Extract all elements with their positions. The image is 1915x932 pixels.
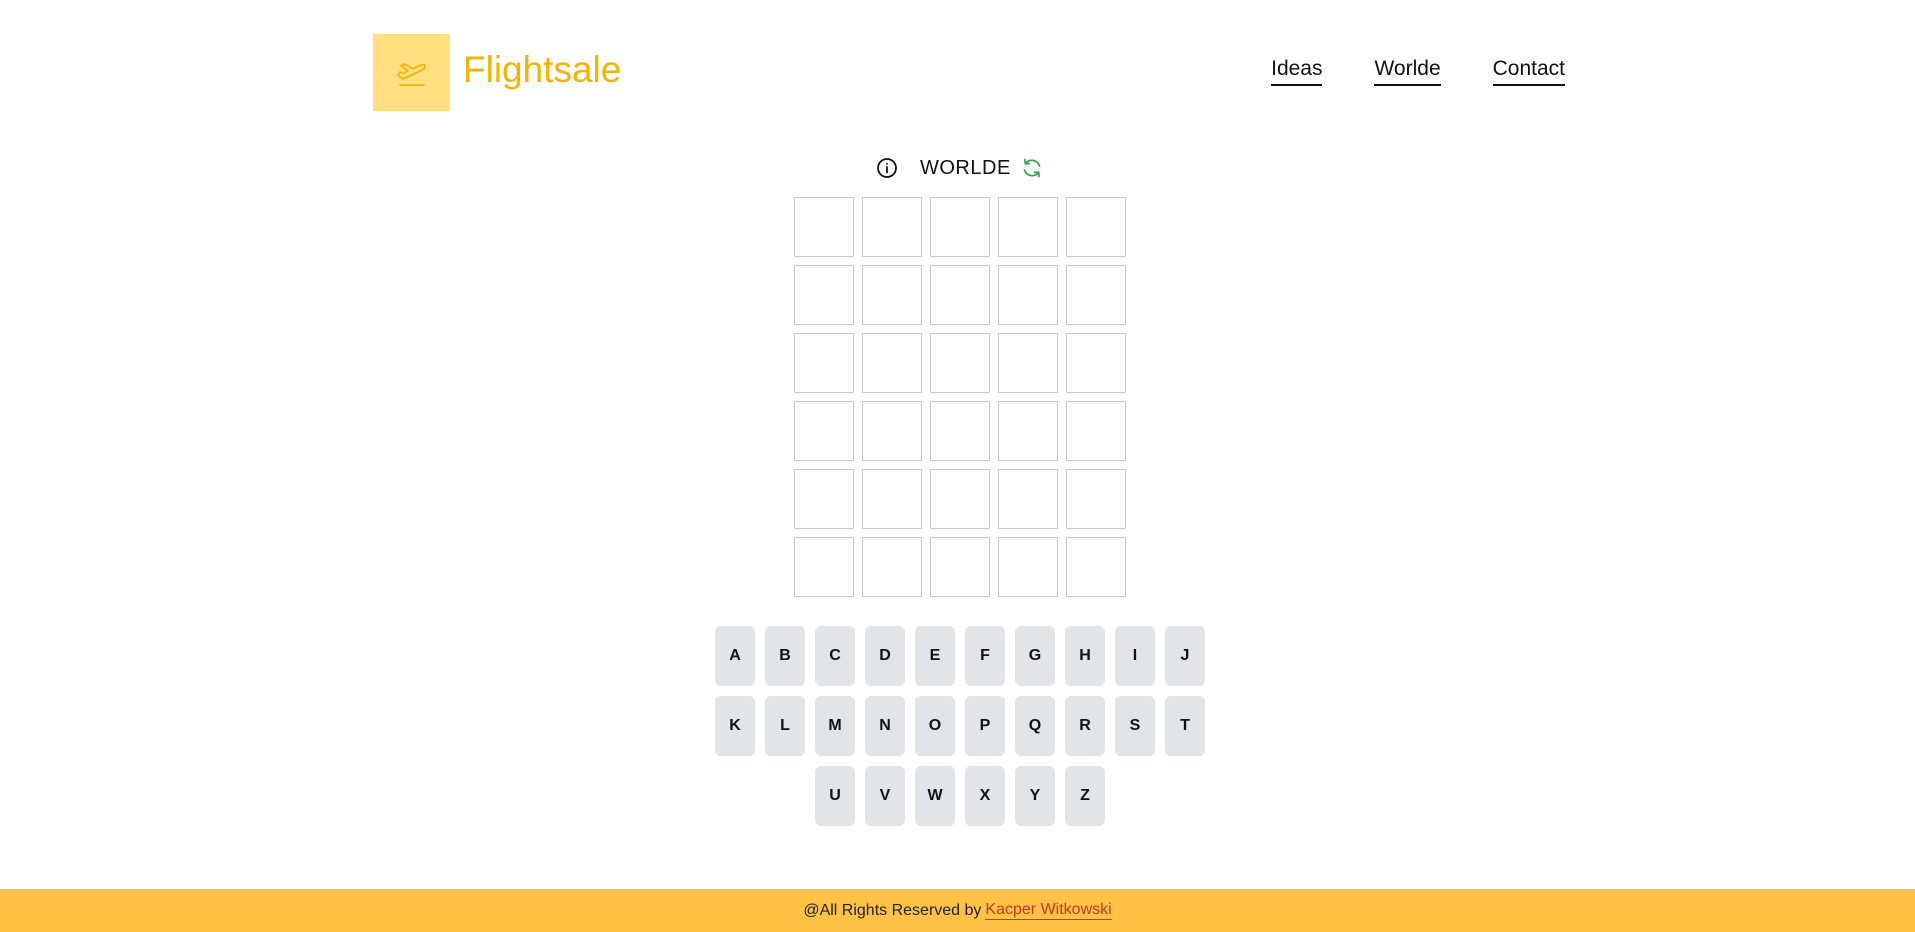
grid-cell — [1066, 197, 1126, 257]
key-k[interactable]: K — [715, 696, 755, 756]
grid-cell — [998, 537, 1058, 597]
grid-cell — [794, 537, 854, 597]
key-d[interactable]: D — [865, 626, 905, 686]
key-h[interactable]: H — [1065, 626, 1105, 686]
nav-link-ideas[interactable]: Ideas — [1271, 56, 1323, 86]
grid-cell — [862, 469, 922, 529]
key-w[interactable]: W — [915, 766, 955, 826]
footer-text: @All Rights Reserved by — [803, 901, 982, 919]
site-footer: @All Rights Reserved by Kacper Witkowski — [0, 889, 1915, 932]
key-c[interactable]: C — [815, 626, 855, 686]
guess-grid — [794, 197, 1126, 597]
grid-cell — [930, 265, 990, 325]
grid-cell — [862, 197, 922, 257]
grid-cell — [794, 333, 854, 393]
grid-cell — [1066, 333, 1126, 393]
grid-cell — [930, 333, 990, 393]
keyboard-row-2: KLMNOPQRST — [715, 696, 1205, 756]
keyboard-row-1: ABCDEFGHIJ — [715, 626, 1205, 686]
key-o[interactable]: O — [915, 696, 955, 756]
key-y[interactable]: Y — [1015, 766, 1055, 826]
key-u[interactable]: U — [815, 766, 855, 826]
game-header: WORLDE — [0, 154, 1915, 182]
grid-cell — [794, 197, 854, 257]
grid-cell — [1066, 469, 1126, 529]
key-v[interactable]: V — [865, 766, 905, 826]
info-circle-icon[interactable] — [876, 157, 898, 179]
logo[interactable] — [373, 34, 450, 111]
grid-cell — [1066, 401, 1126, 461]
key-j[interactable]: J — [1165, 626, 1205, 686]
key-e[interactable]: E — [915, 626, 955, 686]
key-i[interactable]: I — [1115, 626, 1155, 686]
key-n[interactable]: N — [865, 696, 905, 756]
grid-cell — [794, 265, 854, 325]
grid-cell — [998, 265, 1058, 325]
key-b[interactable]: B — [765, 626, 805, 686]
grid-cell — [998, 197, 1058, 257]
nav-link-worlde[interactable]: Worlde — [1374, 56, 1441, 86]
key-s[interactable]: S — [1115, 696, 1155, 756]
key-g[interactable]: G — [1015, 626, 1055, 686]
grid-cell — [930, 537, 990, 597]
main-nav: Ideas Worlde Contact — [1271, 56, 1565, 86]
grid-cell — [1066, 265, 1126, 325]
key-z[interactable]: Z — [1065, 766, 1105, 826]
key-l[interactable]: L — [765, 696, 805, 756]
game-title: WORLDE — [920, 157, 1011, 179]
grid-cell — [930, 401, 990, 461]
grid-cell — [862, 401, 922, 461]
grid-cell — [998, 401, 1058, 461]
key-p[interactable]: P — [965, 696, 1005, 756]
grid-cell — [862, 265, 922, 325]
brand-name[interactable]: Flightsale — [463, 48, 621, 92]
key-q[interactable]: Q — [1015, 696, 1055, 756]
plane-departure-icon — [396, 62, 426, 86]
key-t[interactable]: T — [1165, 696, 1205, 756]
refresh-icon[interactable] — [1020, 156, 1044, 180]
key-f[interactable]: F — [965, 626, 1005, 686]
key-x[interactable]: X — [965, 766, 1005, 826]
grid-cell — [930, 469, 990, 529]
grid-cell — [998, 333, 1058, 393]
grid-cell — [862, 537, 922, 597]
grid-cell — [1066, 537, 1126, 597]
site-header: Flightsale Ideas Worlde Contact — [373, 34, 1565, 112]
key-r[interactable]: R — [1065, 696, 1105, 756]
author-link[interactable]: Kacper Witkowski — [985, 901, 1112, 920]
grid-cell — [794, 469, 854, 529]
nav-link-contact[interactable]: Contact — [1492, 56, 1565, 86]
keyboard-row-3: UVWXYZ — [815, 766, 1105, 826]
grid-cell — [998, 469, 1058, 529]
grid-cell — [862, 333, 922, 393]
grid-cell — [930, 197, 990, 257]
key-m[interactable]: M — [815, 696, 855, 756]
key-a[interactable]: A — [715, 626, 755, 686]
grid-cell — [794, 401, 854, 461]
